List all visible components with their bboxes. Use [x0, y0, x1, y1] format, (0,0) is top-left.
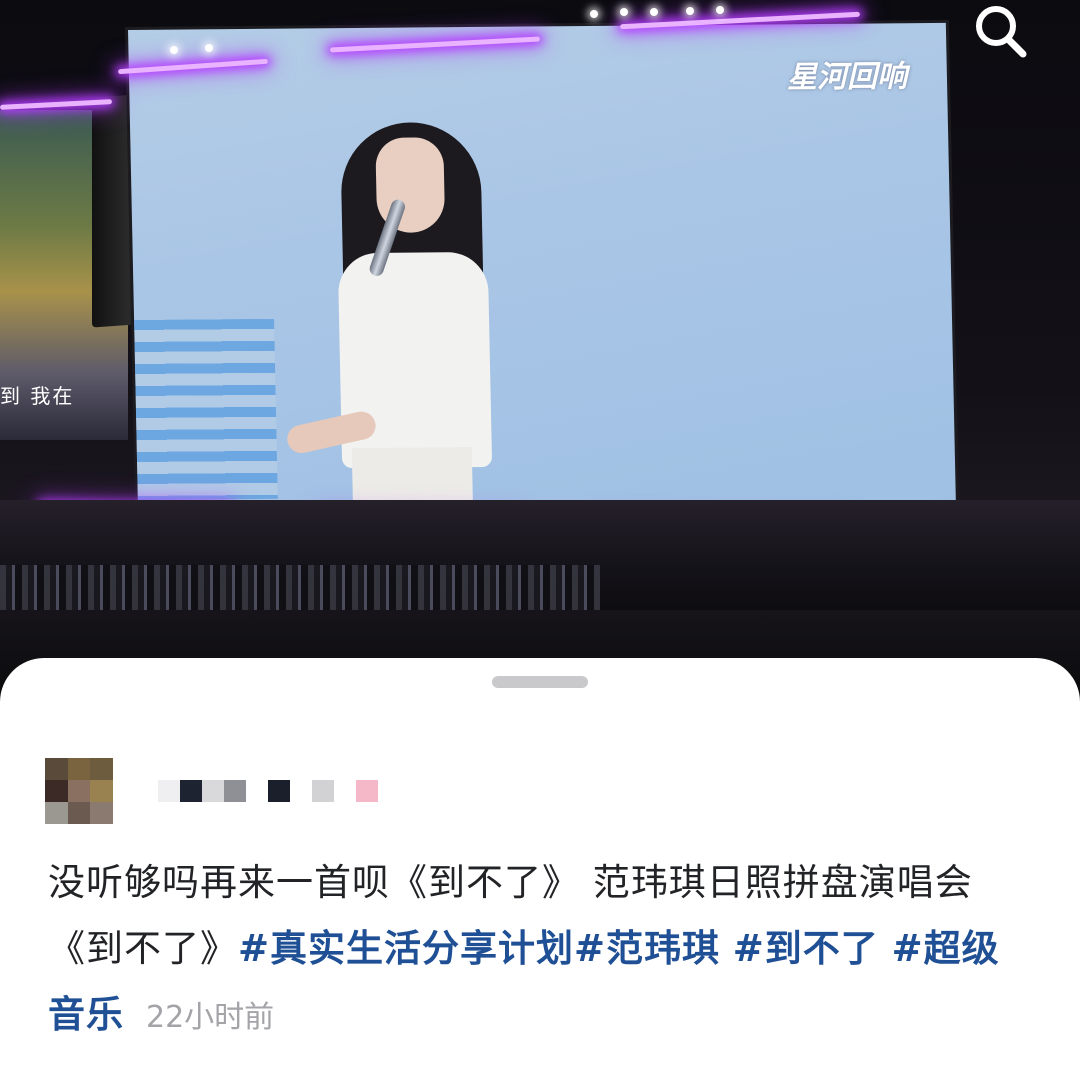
- avatar-pixel: [67, 758, 91, 780]
- username-block: [224, 780, 246, 802]
- avatar-pixel: [45, 758, 68, 780]
- stage-light: [686, 7, 694, 15]
- avatar-pixel: [90, 780, 113, 802]
- sheet-drag-handle[interactable]: [492, 676, 588, 688]
- stage-light: [205, 44, 213, 52]
- video-watermark: 星河回响: [786, 59, 908, 96]
- avatar-pixel: [90, 802, 113, 824]
- avatar-pixel: [45, 802, 68, 824]
- username-block: [180, 780, 202, 802]
- avatar-pixel: [45, 780, 68, 802]
- username-block: [202, 780, 224, 802]
- username-block: [334, 780, 356, 802]
- main-led-screen: 星河回响: [128, 22, 956, 516]
- username-mosaic[interactable]: [158, 780, 378, 802]
- hashtag-link[interactable]: #范玮琪: [574, 927, 720, 970]
- post-timestamp: 22小时前: [146, 1000, 275, 1035]
- search-icon[interactable]: [970, 2, 1030, 62]
- side-screen-lyrics: 到 我在: [0, 384, 75, 408]
- username-block: [158, 780, 180, 802]
- stage-light: [620, 8, 628, 16]
- avatar[interactable]: [45, 758, 113, 824]
- avatar-pixel: [90, 758, 113, 780]
- username-block: [290, 780, 312, 802]
- crowd: [0, 565, 600, 610]
- video-frame[interactable]: 到 我在 星河回响: [0, 0, 1080, 700]
- avatar-pixel: [67, 802, 91, 824]
- username-block: [312, 780, 334, 802]
- avatar-pixel: [67, 780, 91, 802]
- username-block: [268, 780, 290, 802]
- stage-light: [716, 6, 724, 14]
- username-block: [356, 780, 378, 802]
- post-caption: 没听够吗再来一首呗《到不了》 范玮琪日照拼盘演唱会《到不了》#真实生活分享计划#…: [48, 850, 1028, 1051]
- username-block: [246, 780, 268, 802]
- stage-light: [170, 46, 178, 54]
- screen-stripes: [134, 318, 278, 501]
- stage-light: [650, 8, 658, 16]
- post-sheet: 没听够吗再来一首呗《到不了》 范玮琪日照拼盘演唱会《到不了》#真实生活分享计划#…: [0, 658, 1080, 1068]
- hashtag-link[interactable]: #真实生活分享计划: [238, 927, 574, 970]
- stage-light: [590, 10, 598, 18]
- hashtag-link[interactable]: #到不了: [733, 927, 879, 970]
